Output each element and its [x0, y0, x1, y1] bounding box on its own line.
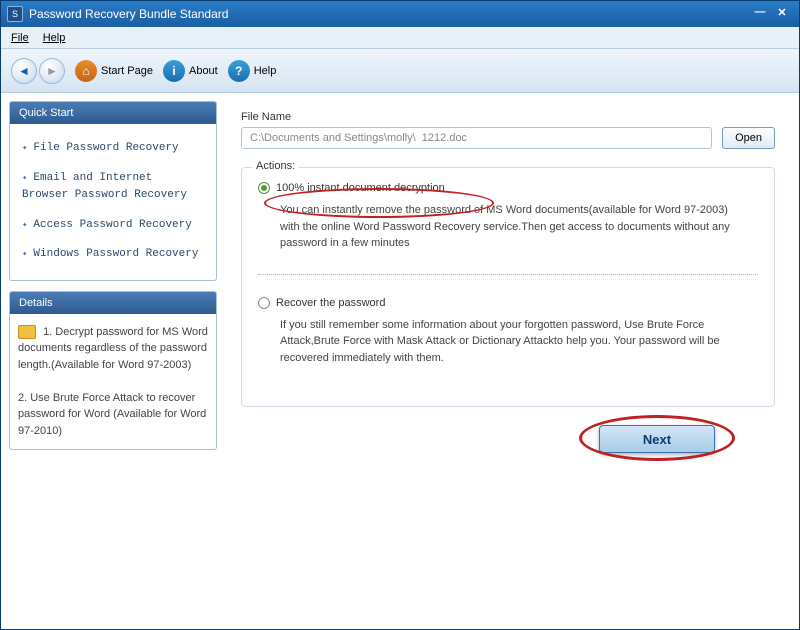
- quick-start-header: Quick Start: [10, 102, 216, 124]
- app-window: S Password Recovery Bundle Standard — ✕ …: [0, 0, 800, 630]
- about-button[interactable]: i About: [163, 60, 218, 82]
- actions-group: Actions: 100% instant document decryptio…: [241, 167, 775, 407]
- sidebar-item-access-recovery[interactable]: Access Password Recovery: [18, 211, 208, 241]
- quick-start-list: File Password Recovery Email and Interne…: [18, 134, 208, 270]
- minimize-button[interactable]: —: [749, 6, 771, 22]
- window-title: Password Recovery Bundle Standard: [29, 7, 749, 21]
- details-text-1: 1. Decrypt password for MS Word document…: [18, 326, 208, 371]
- sidebar-item-email-browser-recovery[interactable]: Email and Internet Browser Password Reco…: [18, 164, 208, 211]
- radio-recover-password[interactable]: [258, 297, 270, 309]
- details-panel: Details 1. Decrypt password for MS Word …: [9, 291, 217, 451]
- body: Quick Start File Password Recovery Email…: [1, 93, 799, 629]
- file-path-input[interactable]: [241, 127, 712, 149]
- toolbar: ◄ ► ⌂ Start Page i About ? Help: [1, 49, 799, 93]
- quick-start-panel: Quick Start File Password Recovery Email…: [9, 101, 217, 281]
- menubar: File Help: [1, 27, 799, 49]
- option2-label: Recover the password: [276, 297, 385, 309]
- menu-help[interactable]: Help: [43, 32, 66, 44]
- option2-description: If you still remember some information a…: [280, 317, 740, 367]
- key-icon: [18, 325, 36, 339]
- nav-group: ◄ ►: [11, 58, 65, 84]
- file-row: Open: [241, 127, 775, 149]
- help-button[interactable]: ? Help: [228, 60, 277, 82]
- help-icon: ?: [228, 60, 250, 82]
- options-divider: [258, 274, 758, 275]
- next-button[interactable]: Next: [599, 425, 715, 453]
- open-button[interactable]: Open: [722, 127, 775, 149]
- option-instant-decryption: 100% instant document decryption You can…: [258, 182, 758, 252]
- home-icon: ⌂: [75, 60, 97, 82]
- info-icon: i: [163, 60, 185, 82]
- footer: Next: [241, 407, 775, 453]
- details-header: Details: [10, 292, 216, 314]
- menu-file[interactable]: File: [11, 32, 29, 44]
- sidebar-item-file-recovery[interactable]: File Password Recovery: [18, 134, 208, 164]
- main-content: File Name Open Actions: 100% instant doc…: [225, 101, 791, 621]
- back-button[interactable]: ◄: [11, 58, 37, 84]
- actions-legend: Actions:: [252, 160, 299, 172]
- sidebar-item-windows-recovery[interactable]: Windows Password Recovery: [18, 240, 208, 270]
- forward-button[interactable]: ►: [39, 58, 65, 84]
- details-body: 1. Decrypt password for MS Word document…: [10, 314, 216, 450]
- option1-description: You can instantly remove the password of…: [280, 202, 740, 252]
- sidebar: Quick Start File Password Recovery Email…: [9, 101, 217, 621]
- start-page-button[interactable]: ⌂ Start Page: [75, 60, 153, 82]
- app-icon: S: [7, 6, 23, 22]
- titlebar: S Password Recovery Bundle Standard — ✕: [1, 1, 799, 27]
- option1-label: 100% instant document decryption: [276, 182, 445, 194]
- details-text-2: 2. Use Brute Force Attack to recover pas…: [18, 392, 206, 437]
- close-button[interactable]: ✕: [771, 6, 793, 22]
- radio-instant-decryption[interactable]: [258, 182, 270, 194]
- about-label: About: [189, 65, 218, 77]
- start-page-label: Start Page: [101, 65, 153, 77]
- option-recover-password: Recover the password If you still rememb…: [258, 297, 758, 367]
- file-name-label: File Name: [241, 111, 775, 123]
- help-label: Help: [254, 65, 277, 77]
